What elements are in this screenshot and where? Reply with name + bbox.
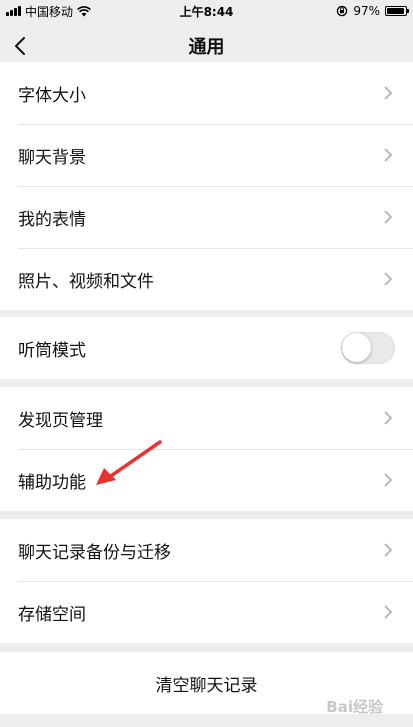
- red-arrow-icon: [96, 440, 162, 485]
- row-label: 辅助功能: [18, 472, 86, 493]
- row-label: 存储空间: [18, 604, 86, 625]
- chevron-right-icon: [384, 473, 393, 487]
- row-chat-background[interactable]: 聊天背景: [0, 124, 413, 186]
- row-label: 聊天记录备份与迁移: [18, 542, 171, 563]
- chevron-right-icon: [384, 411, 393, 425]
- page-title: 通用: [188, 37, 225, 58]
- row-label: 聊天背景: [18, 147, 86, 168]
- battery-icon: [385, 6, 409, 16]
- row-chat-backup-migration[interactable]: 聊天记录备份与迁移: [0, 519, 413, 581]
- toggle-knob: [342, 333, 371, 362]
- status-bar: 中国移动 上午8:44 97%: [0, 0, 413, 22]
- chevron-right-icon: [384, 272, 393, 286]
- chevron-right-icon: [384, 148, 393, 162]
- row-label: 照片、视频和文件: [18, 271, 154, 292]
- watermark: Bai经验: [326, 698, 383, 716]
- row-label: 听筒模式: [18, 340, 86, 361]
- row-photos-videos-files[interactable]: 照片、视频和文件: [0, 248, 413, 310]
- back-button[interactable]: [14, 32, 38, 60]
- battery-fill: [387, 8, 405, 14]
- row-accessibility[interactable]: 辅助功能: [0, 449, 413, 511]
- chevron-right-icon: [384, 543, 393, 557]
- settings-group-storage: 聊天记录备份与迁移 存储空间: [0, 519, 413, 643]
- chevron-right-icon: [384, 210, 393, 224]
- row-storage-space[interactable]: 存储空间: [0, 581, 413, 643]
- row-label: 字体大小: [18, 85, 86, 106]
- chevron-left-icon: [15, 37, 25, 55]
- row-label: 发现页管理: [18, 410, 103, 431]
- chevron-right-icon: [384, 86, 393, 100]
- earpiece-mode-toggle[interactable]: [341, 332, 395, 364]
- clear-chat-label: 清空聊天记录: [155, 675, 258, 696]
- chevron-right-icon: [384, 605, 393, 619]
- row-earpiece-mode: 听筒模式: [0, 317, 413, 379]
- settings-group-display: 字体大小 聊天背景 我的表情 照片、视频和文件: [0, 62, 413, 310]
- row-discover-management[interactable]: 发现页管理: [0, 387, 413, 449]
- battery-percent: 97%: [353, 4, 380, 18]
- row-my-stickers[interactable]: 我的表情: [0, 186, 413, 248]
- settings-group-earpiece: 听筒模式: [0, 317, 413, 379]
- row-font-size[interactable]: 字体大小: [0, 62, 413, 124]
- rotation-lock-icon: [337, 5, 348, 17]
- settings-group-discover: 发现页管理 辅助功能: [0, 387, 413, 511]
- row-label: 我的表情: [18, 209, 86, 230]
- status-right: 97%: [336, 4, 409, 18]
